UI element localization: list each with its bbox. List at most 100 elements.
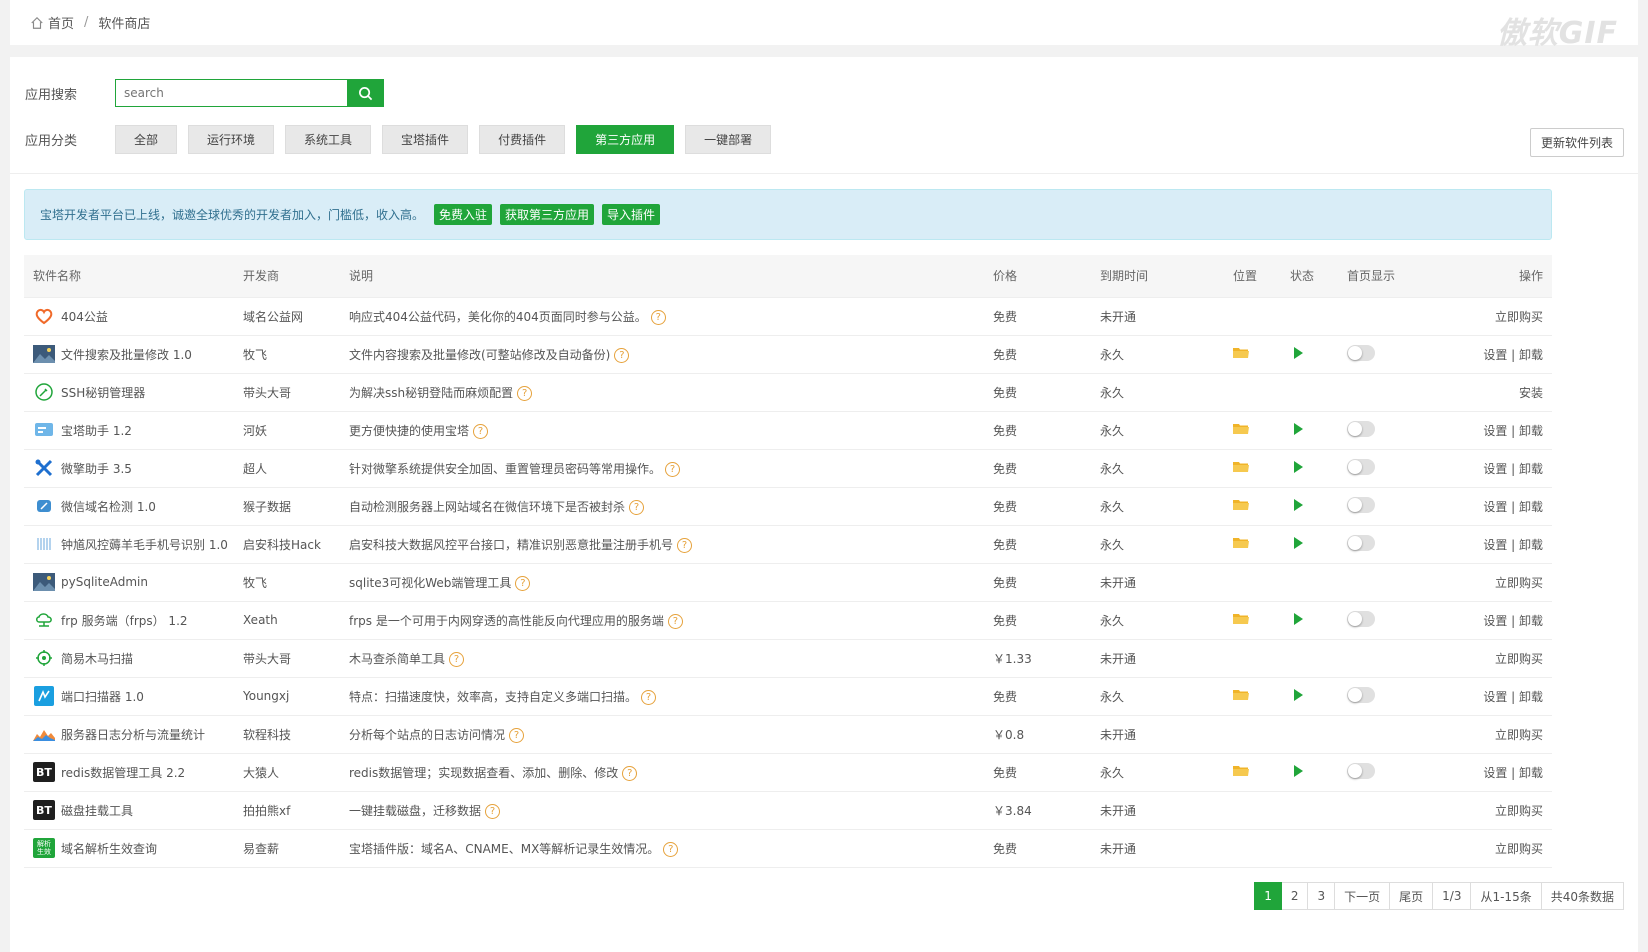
table-row: 微信域名检测 1.0 猴子数据 自动检测服务器上网站域名在微信环境下是否被封杀? 免费… [24,487,1552,525]
app-action-link[interactable]: 立即购买 [1448,639,1552,677]
category-tab[interactable]: 第三方应用 [576,125,675,154]
app-developer: 带头大哥 [243,651,292,666]
breadcrumb-home[interactable]: 首页 [48,13,74,32]
play-icon[interactable] [1294,346,1303,359]
folder-icon[interactable] [1233,766,1249,780]
app-action-link[interactable]: 立即购买 [1448,563,1552,601]
help-icon[interactable]: ? [641,689,657,705]
table-row: 服务器日志分析与流量统计 软程科技 分析每个站点的日志访问情况? ￥0.8 未开通 立即购… [24,715,1552,753]
category-tab[interactable]: 全部 [115,125,178,154]
notice-text: 宝塔开发者平台已上线，诚邀全球优秀的开发者加入，门槛低，收入高。 [40,208,425,222]
play-icon[interactable] [1294,688,1303,701]
category-tab[interactable]: 运行环境 [188,125,275,154]
help-icon[interactable]: ? [517,385,533,401]
app-name: frp 服务端（frps） 1.2 [61,613,188,628]
app-action-link[interactable]: 立即购买 [1448,715,1552,753]
help-icon[interactable]: ? [622,765,638,781]
folder-icon[interactable] [1233,500,1249,514]
play-icon[interactable] [1294,460,1303,473]
category-tab[interactable]: 付费插件 [479,125,566,154]
search-input[interactable] [115,79,347,107]
help-icon[interactable]: ? [449,651,465,667]
import-plugin-button[interactable]: 导入插件 [602,204,661,225]
help-icon[interactable]: ? [629,499,645,515]
app-action-link[interactable]: 立即购买 [1448,297,1552,335]
app-action-link[interactable]: 设置 | 卸载 [1448,335,1552,373]
app-action-link[interactable]: 立即购买 [1448,829,1552,867]
folder-icon[interactable] [1233,690,1249,704]
app-action-link[interactable]: 设置 | 卸载 [1448,601,1552,639]
app-name: 微信域名检测 1.0 [61,499,156,514]
free-join-button[interactable]: 免费入驻 [434,204,493,225]
homepage-toggle[interactable] [1347,458,1375,475]
play-icon[interactable] [1294,422,1303,435]
play-icon[interactable] [1294,764,1303,777]
app-price: 免费 [993,613,1018,628]
help-icon[interactable]: ? [509,727,525,743]
help-icon[interactable]: ? [667,613,683,629]
last-page-button[interactable]: 尾页 [1390,882,1434,910]
app-status-cell [1281,487,1338,525]
homepage-toggle[interactable] [1347,610,1375,627]
app-action-link[interactable]: 设置 | 卸载 [1448,677,1552,715]
app-description-cell: 响应式404公益代码，美化你的404页面同时参与公益。? [340,297,984,335]
category-tab[interactable]: 系统工具 [285,125,372,154]
play-icon[interactable] [1294,536,1303,549]
help-icon[interactable]: ? [663,841,679,857]
help-icon[interactable]: ? [665,461,681,477]
app-action-link[interactable]: 设置 | 卸载 [1448,449,1552,487]
page-number[interactable]: 2 [1281,882,1309,910]
help-icon[interactable]: ? [473,423,489,439]
folder-icon[interactable] [1233,462,1249,476]
app-status-cell [1281,335,1338,373]
app-description-cell: 启安科技大数据风控平台接口，精准识别恶意批量注册手机号? [340,525,984,563]
app-name: 404公益 [61,309,108,324]
get-third-party-button[interactable]: 获取第三方应用 [500,204,595,225]
category-row: 应用分类 全部 运行环境 系统工具 宝塔插件 付费插件 第三方应用 一键部署 [25,125,782,154]
help-icon[interactable]: ? [485,803,501,819]
folder-icon[interactable] [1233,614,1249,628]
category-tab[interactable]: 一键部署 [685,125,772,154]
help-icon[interactable]: ? [515,575,531,591]
search-label: 应用搜索 [25,87,78,103]
category-tab[interactable]: 宝塔插件 [382,125,469,154]
app-action-link[interactable]: 设置 | 卸载 [1448,753,1552,791]
play-icon[interactable] [1294,498,1303,511]
homepage-toggle[interactable] [1347,534,1375,551]
app-action-link[interactable]: 安装 [1448,373,1552,411]
app-action-link[interactable]: 设置 | 卸载 [1448,411,1552,449]
app-action-link[interactable]: 设置 | 卸载 [1448,487,1552,525]
app-name-cell: 端口扫描器 1.0 [24,677,234,715]
folder-icon[interactable] [1233,348,1249,362]
refresh-list-button[interactable]: 更新软件列表 [1529,128,1624,157]
port-icon [33,685,55,707]
homepage-toggle[interactable] [1347,686,1375,703]
play-icon[interactable] [1294,612,1303,625]
help-icon[interactable]: ? [650,309,666,325]
help-icon[interactable]: ? [614,347,630,363]
app-action-link[interactable]: 设置 | 卸载 [1448,525,1552,563]
next-page-button[interactable]: 下一页 [1335,882,1391,910]
app-description-cell: 更方便快捷的使用宝塔? [340,411,984,449]
col-status: 状态 [1290,269,1315,284]
total-count: 共40条数据 [1541,882,1624,910]
page-number[interactable]: 1 [1254,882,1282,910]
homepage-toggle[interactable] [1347,496,1375,513]
homepage-toggle[interactable] [1347,344,1375,361]
page-range: 从1-15条 [1471,882,1542,910]
app-location-cell [1224,791,1281,829]
folder-icon[interactable] [1233,538,1249,552]
search-button[interactable] [347,79,384,107]
app-price: 免费 [993,461,1018,476]
app-expire: 未开通 [1100,841,1137,856]
homepage-toggle[interactable] [1347,420,1375,437]
help-icon[interactable]: ? [677,537,693,553]
app-name: SSH秘钥管理器 [61,385,146,400]
page-number[interactable]: 3 [1308,882,1336,910]
app-name: 微擎助手 3.5 [61,461,132,476]
app-action-link[interactable]: 立即购买 [1448,791,1552,829]
home-icon[interactable] [30,16,44,30]
search-row: 应用搜索 [25,79,384,107]
folder-icon[interactable] [1233,424,1249,438]
homepage-toggle[interactable] [1347,762,1375,779]
